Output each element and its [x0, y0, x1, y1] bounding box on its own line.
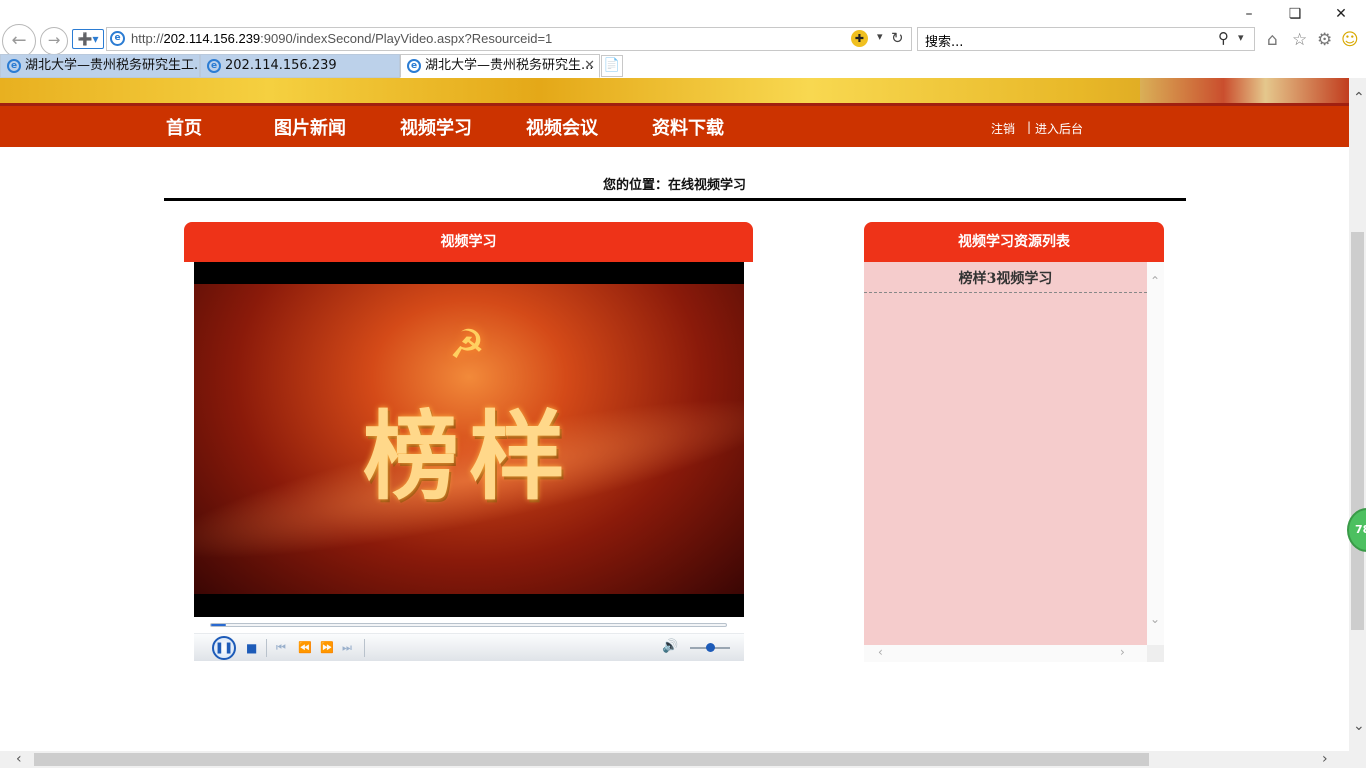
url-host: 202.114.156.239 — [163, 31, 261, 46]
nav-video-conference[interactable]: 视频会议 — [526, 114, 598, 140]
ie-icon: e — [7, 59, 21, 73]
previous-icon[interactable]: ⏮ — [276, 641, 286, 655]
new-tab-button[interactable]: 📄 — [601, 55, 623, 77]
control-separator — [266, 639, 267, 657]
new-tab-icon: 📄 — [603, 58, 621, 73]
logout-link[interactable]: 注销 — [991, 120, 1015, 137]
page-scrollbar-corner — [1349, 751, 1366, 768]
address-bar[interactable]: e http://202.114.156.239:9090/indexSecon… — [106, 27, 912, 51]
ie-icon: e — [407, 59, 421, 73]
badge-value: 78 — [1355, 523, 1366, 536]
next-icon[interactable]: ⏭ — [342, 641, 352, 655]
plugin-icon[interactable]: ✚ — [851, 30, 868, 47]
tab-1[interactable]: e 湖北大学—贵州税务研究生工... — [0, 54, 200, 78]
scrollbar-corner — [1147, 645, 1164, 662]
list-horizontal-scrollbar[interactable]: ‹ › — [864, 645, 1147, 662]
breadcrumb-divider — [164, 198, 1186, 201]
list-item[interactable]: 榜样3视频学习 — [864, 268, 1147, 293]
pause-icon: ❚❚ — [214, 641, 234, 654]
scroll-left-icon[interactable]: ‹ — [878, 645, 883, 659]
page-vertical-thumb[interactable] — [1351, 232, 1364, 630]
main-nav: 首页 图片新闻 视频学习 视频会议 资料下载 注销 | 进入后台 — [0, 106, 1349, 147]
nav-downloads[interactable]: 资料下载 — [652, 114, 724, 140]
video-frame[interactable]: ☭ 榜样 — [194, 284, 744, 594]
page-scroll-down-icon[interactable]: ⌄ — [1353, 718, 1365, 734]
video-panel: 视频学习 ☭ 榜样 ❚❚ ■ ⏮ ⏪ ⏩ ⏭ 🔊 — [184, 222, 753, 662]
ie-icon: e — [207, 59, 221, 73]
volume-knob[interactable] — [706, 643, 715, 652]
nav-home[interactable]: 首页 — [166, 114, 202, 140]
stop-icon[interactable]: ■ — [246, 641, 257, 655]
home-icon[interactable]: ⌂ — [1267, 30, 1278, 50]
search-icon[interactable]: ⚲ — [1218, 29, 1229, 47]
seek-bar[interactable] — [194, 617, 744, 633]
back-button[interactable]: ← — [2, 24, 36, 58]
compat-icon: ➕▾ — [77, 32, 99, 46]
player-controls: ❚❚ ■ ⏮ ⏪ ⏩ ⏭ 🔊 — [194, 633, 744, 661]
nav-video-learning[interactable]: 视频学习 — [400, 114, 472, 140]
close-window-button[interactable]: ✕ — [1318, 2, 1364, 26]
page-scroll-up-icon[interactable]: ⌃ — [1353, 90, 1365, 106]
pause-button[interactable]: ❚❚ — [212, 636, 236, 660]
page-scroll-right-icon[interactable]: › — [1322, 751, 1328, 767]
seek-progress — [211, 624, 227, 626]
tab-label: 202.114.156.239 — [225, 58, 337, 73]
smiley-icon[interactable]: ☺ — [1341, 30, 1359, 50]
scroll-up-icon[interactable]: ⌃ — [1150, 274, 1160, 288]
address-dropdown-icon[interactable]: ▾ — [877, 30, 883, 43]
forward-icon: → — [47, 31, 61, 49]
tab-3-active[interactable]: e 湖北大学—贵州税务研究生... ✕ — [400, 54, 600, 78]
favorites-star-icon[interactable]: ☆ — [1292, 30, 1307, 50]
close-tab-icon[interactable]: ✕ — [584, 55, 595, 77]
volume-slider[interactable] — [690, 643, 730, 652]
seek-track[interactable] — [210, 623, 727, 627]
back-icon: ← — [11, 30, 27, 51]
search-input[interactable]: 搜索... — [925, 31, 963, 50]
address-url[interactable]: http://202.114.156.239:9090/indexSecond/… — [131, 31, 552, 46]
tab-label: 湖北大学—贵州税务研究生工... — [25, 58, 200, 73]
nav-separator: | — [1027, 120, 1032, 134]
web-page: 首页 图片新闻 视频学习 视频会议 资料下载 注销 | 进入后台 您的位置：在线… — [0, 78, 1349, 751]
browser-chrome: – ❏ ✕ ← → ➕▾ e http://202.114.156.239:90… — [0, 0, 1366, 78]
breadcrumb: 您的位置：在线视频学习 — [602, 178, 746, 193]
scroll-down-icon[interactable]: ⌄ — [1150, 612, 1160, 626]
settings-gear-icon[interactable]: ⚙ — [1317, 30, 1332, 50]
scroll-right-icon[interactable]: › — [1120, 645, 1125, 659]
search-box[interactable]: 搜索... ⚲ ▾ — [917, 27, 1255, 51]
url-path: :9090/indexSecond/PlayVideo.aspx?Resourc… — [260, 31, 553, 46]
video-player[interactable]: ☭ 榜样 — [194, 262, 744, 617]
page-horizontal-thumb[interactable] — [34, 753, 1149, 766]
minimize-button[interactable]: – — [1226, 2, 1272, 26]
tab-label: 湖北大学—贵州税务研究生... — [425, 58, 594, 73]
admin-link[interactable]: 进入后台 — [1035, 120, 1083, 137]
nav-photo-news[interactable]: 图片新闻 — [274, 114, 346, 140]
hammer-sickle-icon: ☭ — [449, 322, 485, 368]
ie-icon: e — [110, 31, 125, 46]
resource-list-title: 视频学习资源列表 — [864, 222, 1164, 262]
url-scheme: http:// — [131, 31, 164, 46]
search-dropdown-icon[interactable]: ▾ — [1238, 31, 1244, 44]
volume-icon[interactable]: 🔊 — [662, 640, 678, 654]
fast-forward-icon[interactable]: ⏩ — [320, 641, 334, 655]
tab-strip: e 湖北大学—贵州税务研究生工... e 202.114.156.239 e 湖… — [0, 54, 1366, 78]
resource-list: 榜样3视频学习 — [864, 262, 1147, 645]
rewind-icon[interactable]: ⏪ — [298, 641, 312, 655]
restore-button[interactable]: ❏ — [1272, 2, 1318, 26]
list-vertical-scrollbar[interactable]: ⌃ ⌄ — [1147, 262, 1164, 645]
video-caption: 榜样 — [363, 400, 575, 513]
forward-button[interactable]: → — [40, 27, 68, 55]
page-scroll-left-icon[interactable]: ‹ — [16, 751, 22, 767]
refresh-icon[interactable]: ↻ — [891, 29, 904, 47]
banner-decoration — [1140, 78, 1349, 106]
compat-view-button[interactable]: ➕▾ — [72, 29, 104, 49]
tab-2[interactable]: e 202.114.156.239 — [200, 54, 400, 78]
resource-list-panel: 视频学习资源列表 榜样3视频学习 ⌃ ⌄ ‹ › — [864, 222, 1164, 662]
control-separator — [364, 639, 365, 657]
video-panel-title: 视频学习 — [184, 222, 753, 262]
